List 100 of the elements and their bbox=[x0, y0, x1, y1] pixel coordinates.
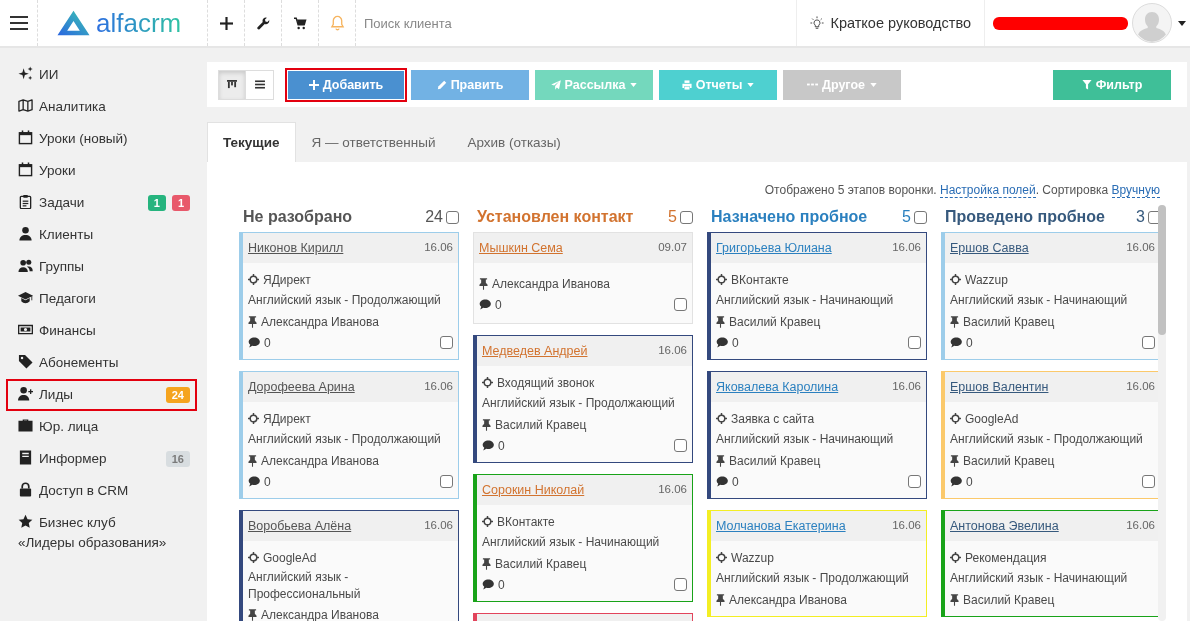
columns-icon bbox=[227, 80, 237, 89]
graduation-cap-icon bbox=[18, 290, 33, 305]
lead-course: Английский язык - Продолжающий bbox=[248, 431, 441, 448]
pushpin-icon bbox=[950, 454, 959, 467]
lead-course: Английский язык - Продолжающий bbox=[482, 395, 675, 412]
tag-icon bbox=[18, 354, 33, 369]
sidebar-item[interactable]: Финансы bbox=[6, 315, 197, 347]
field-settings-link[interactable]: Настройка полей bbox=[940, 183, 1036, 198]
lead-name-link[interactable]: Антонова Эвелина bbox=[950, 518, 1059, 534]
lead-source: ВКонтакте bbox=[731, 272, 789, 287]
lead-date: 16.06 bbox=[658, 343, 687, 357]
lead-card[interactable]: Никонов Кирилл 16.06 ЯДирект Английский язык - Продолжающий Александра Иванова 0 bbox=[239, 232, 459, 360]
lead-date: 16.06 bbox=[1126, 518, 1155, 532]
card-checkbox[interactable] bbox=[1142, 336, 1155, 349]
lead-card[interactable]: Григорьева Юлиана 16.06 ВКонтакте Английский язык - Начинающий Василий Кравец 0 bbox=[707, 232, 927, 360]
pushpin-icon bbox=[716, 593, 725, 606]
card-checkbox[interactable] bbox=[1142, 475, 1155, 488]
lead-name-link[interactable]: Молчанова Екатерина bbox=[716, 518, 846, 534]
sidebar-item[interactable]: Бизнес клуб «Лидеры образования» bbox=[6, 507, 197, 559]
lead-name-link[interactable]: Яковалева Каролина bbox=[716, 379, 839, 395]
lead-date: 16.06 bbox=[892, 379, 921, 393]
avatar-icon bbox=[1132, 3, 1172, 43]
card-checkbox[interactable] bbox=[440, 475, 453, 488]
lead-card[interactable]: Яковалева Каролина 16.06 Заявка с сайта Английский язык - Начинающий Василий Кравец 0 bbox=[707, 371, 927, 499]
column-checkbox[interactable] bbox=[1148, 210, 1158, 224]
column-checkbox[interactable] bbox=[914, 210, 927, 224]
card-checkbox[interactable] bbox=[674, 298, 687, 311]
sidebar-item[interactable]: Уроки (новый) bbox=[6, 123, 197, 155]
sidebar-item[interactable]: Информер 16 bbox=[6, 443, 197, 475]
crosshair-icon bbox=[248, 413, 259, 424]
card-checkbox[interactable] bbox=[674, 439, 687, 452]
card-checkbox[interactable] bbox=[674, 578, 687, 591]
lead-card[interactable]: Молчанова Екатерина 16.06 Wazzup Английский язык - Продолжающий Александра Иванова bbox=[707, 510, 927, 617]
tab[interactable]: Текущие bbox=[207, 122, 296, 162]
lead-card[interactable]: Медведев Андрей 16.06 Входящий звонок Английский язык - Продолжающий Василий Кравец 0 bbox=[473, 335, 693, 463]
sort-order-link[interactable]: Вручную bbox=[1111, 183, 1160, 198]
sidebar-item[interactable]: Лиды 24 bbox=[6, 379, 197, 411]
crosshair-icon bbox=[950, 552, 961, 563]
column-checkbox[interactable] bbox=[446, 210, 459, 224]
lead-source: Входящий звонок bbox=[497, 375, 595, 390]
sidebar-item[interactable]: Доступ в CRM bbox=[6, 475, 197, 507]
lead-card[interactable]: Воробьева Алёна 16.06 GoogleAd Английский язык - Профессиональный Александра Иванова bbox=[239, 510, 459, 621]
plus-icon bbox=[219, 16, 233, 30]
guide-link[interactable]: Краткое руководство bbox=[796, 0, 985, 46]
comment-count: 0 bbox=[498, 577, 505, 592]
crosshair-icon bbox=[950, 274, 961, 285]
comment-count: 0 bbox=[732, 335, 739, 350]
sidebar-item[interactable]: Клиенты bbox=[6, 219, 197, 251]
sidebar-item[interactable]: Уроки bbox=[6, 155, 197, 187]
pushpin-icon bbox=[248, 315, 257, 328]
lead-card[interactable]: Мышкин Сема 09.07 Александра Иванова 0 bbox=[473, 232, 693, 324]
sidebar-item[interactable]: Задачи 1 1 bbox=[6, 187, 197, 219]
card-checkbox[interactable] bbox=[908, 475, 921, 488]
column-checkbox[interactable] bbox=[680, 210, 693, 224]
sidebar-item[interactable]: Абонементы bbox=[6, 347, 197, 379]
crosshair-icon bbox=[950, 413, 961, 424]
sidebar-item[interactable]: Педагоги bbox=[6, 283, 197, 315]
comment-count: 0 bbox=[264, 474, 271, 489]
column-title: Установлен контакт bbox=[477, 208, 634, 226]
lead-name-link[interactable]: Ершов Савва bbox=[950, 240, 1029, 256]
lead-card[interactable]: Сорокин Николай 16.06 ВКонтакте Английский язык - Начинающий Василий Кравец 0 bbox=[473, 474, 693, 602]
column-title: Не разобрано bbox=[243, 208, 353, 226]
comment-count: 0 bbox=[966, 335, 973, 350]
lead-date: 09.07 bbox=[658, 240, 687, 254]
lead-name-link[interactable]: Воробьева Алёна bbox=[248, 518, 352, 534]
lead-name-link[interactable]: Григорьева Юлиана bbox=[716, 240, 832, 256]
user-icon bbox=[18, 226, 33, 241]
card-checkbox[interactable] bbox=[440, 336, 453, 349]
lead-source: GoogleAd bbox=[263, 550, 317, 565]
lead-card[interactable]: Антонова Эвелина 16.06 Рекомендация Английский язык - Начинающий Василий Кравец bbox=[941, 510, 1158, 617]
briefcase-icon bbox=[18, 418, 33, 433]
lead-name-link[interactable]: Никонов Кирилл bbox=[248, 240, 344, 256]
lead-card[interactable]: Дорофеева Арина 16.06 ЯДирект Английский язык - Продолжающий Александра Иванова 0 bbox=[239, 371, 459, 499]
speech-bubble-icon bbox=[950, 476, 962, 487]
lead-card[interactable]: Ершов Савва 16.06 Wazzup Английский язык - Начинающий Василий Кравец 0 bbox=[941, 232, 1158, 360]
card-checkbox[interactable] bbox=[908, 336, 921, 349]
comment-count: 0 bbox=[966, 474, 973, 489]
list-view-button[interactable] bbox=[246, 69, 274, 100]
sidebar-item[interactable]: ИИ bbox=[6, 59, 197, 91]
lead-name-link[interactable]: Дорофеева Арина bbox=[248, 379, 355, 395]
lead-course: Английский язык - Продолжающий bbox=[248, 292, 441, 309]
sidebar-item[interactable]: Юр. лица bbox=[6, 411, 197, 443]
sidebar-item[interactable]: Группы bbox=[6, 251, 197, 283]
scrollbar-thumb[interactable] bbox=[1158, 205, 1166, 335]
column-count: 5 bbox=[668, 208, 677, 226]
lead-source: ЯДирект bbox=[263, 411, 311, 426]
lead-source: ВКонтакте bbox=[497, 514, 555, 529]
calendar-icon bbox=[18, 130, 33, 145]
lead-card[interactable]: Ершов Валентин 16.06 GoogleAd Английский язык - Продолжающий Василий Кравец 0 bbox=[941, 371, 1158, 499]
lead-name-link[interactable]: Ершов Валентин bbox=[950, 379, 1049, 395]
responsible-name: Александра Иванова bbox=[492, 276, 610, 291]
tab[interactable]: Я — ответственный bbox=[295, 122, 452, 162]
lead-date: 16.06 bbox=[424, 240, 453, 254]
lead-date: 16.06 bbox=[892, 240, 921, 254]
sidebar-item[interactable]: Аналитика bbox=[6, 91, 197, 123]
scrollbar[interactable] bbox=[1158, 205, 1166, 621]
speech-bubble-icon bbox=[248, 337, 260, 348]
board-view-button[interactable] bbox=[218, 69, 246, 100]
tab[interactable]: Архив (отказы) bbox=[451, 122, 577, 162]
map-icon bbox=[18, 98, 33, 113]
